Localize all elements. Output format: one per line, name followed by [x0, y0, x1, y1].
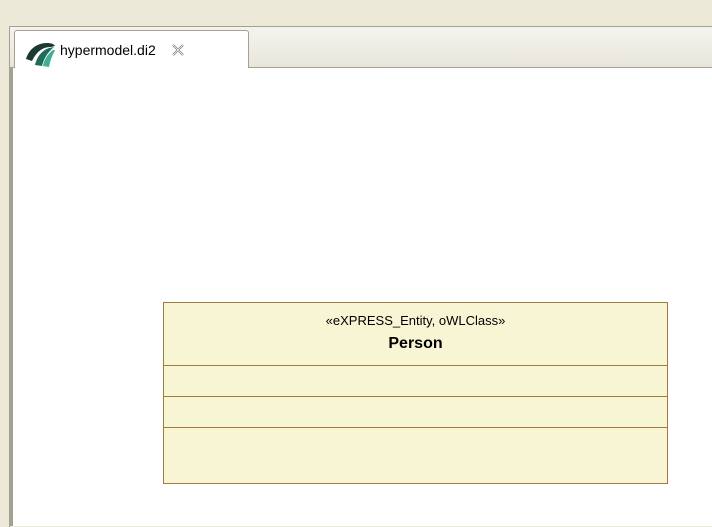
class-header: «eXPRESS_Entity, oWLClass» Person: [164, 303, 667, 366]
class-stereotype: «eXPRESS_Entity, oWLClass»: [325, 313, 506, 328]
close-icon[interactable]: [170, 42, 186, 58]
class-name[interactable]: Person: [164, 335, 667, 353]
toolbar-strip: [0, 0, 712, 26]
operations-compartment[interactable]: [164, 397, 667, 428]
tab-hypermodel-di2[interactable]: hypermodel.di2: [14, 30, 249, 68]
tab-label: hypermodel.di2: [60, 41, 156, 58]
papyrus-diagram-icon: [26, 42, 55, 67]
editor-window: hypermodel.di2 «eXPRESS_Entity, oWLClass…: [0, 0, 712, 527]
attributes-compartment[interactable]: [164, 366, 667, 397]
uml-class-person[interactable]: «eXPRESS_Entity, oWLClass» Person: [163, 302, 668, 484]
nested-classifiers-compartment[interactable]: [164, 428, 667, 482]
